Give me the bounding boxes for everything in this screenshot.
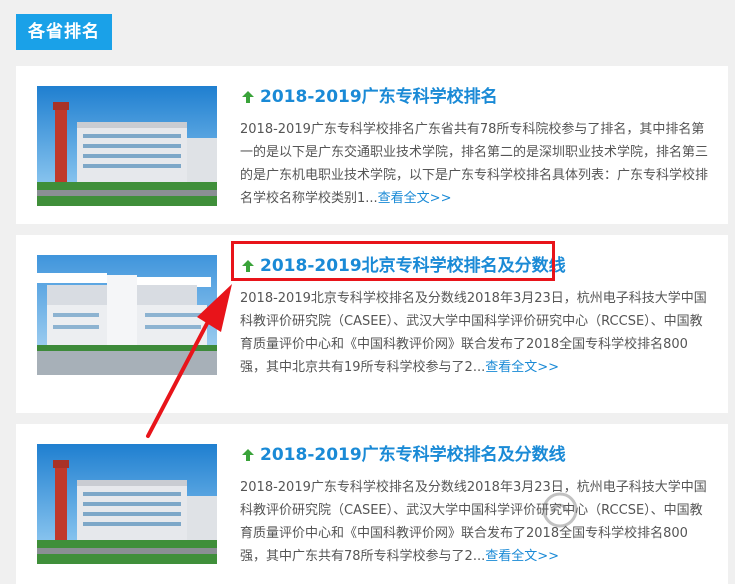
article-title-link[interactable]: 2018-2019广东专科学校排名及分数线 (240, 444, 566, 466)
article-thumbnail[interactable] (37, 255, 217, 375)
article-summary-text: 2018-2019广东专科学校排名及分数线2018年3月23日，杭州电子科技大学… (240, 480, 707, 564)
campus-building-photo-icon (37, 444, 217, 564)
up-arrow-icon (242, 91, 254, 103)
article-title: 2018-2019广东专科学校排名 (260, 87, 498, 107)
read-more-link[interactable]: 查看全文>> (485, 360, 559, 375)
article-thumbnail[interactable] (37, 86, 217, 206)
section-title: 各省排名 (16, 14, 112, 50)
campus-gate-photo-icon (37, 255, 217, 375)
article-summary: 2018-2019广东专科学校排名广东省共有78所专科院校参与了排名，其中排名第… (240, 118, 712, 210)
article-summary: 2018-2019北京专科学校排名及分数线2018年3月23日，杭州电子科技大学… (240, 287, 712, 379)
read-more-link[interactable]: 查看全文>> (485, 549, 559, 564)
up-arrow-icon (242, 449, 254, 461)
article-card: 2018-2019广东专科学校排名及分数线 2018-2019广东专科学校排名及… (16, 424, 728, 584)
article-thumbnail[interactable] (37, 444, 217, 564)
article-summary-text: 2018-2019北京专科学校排名及分数线2018年3月23日，杭州电子科技大学… (240, 291, 707, 375)
article-title-link[interactable]: 2018-2019北京专科学校排名及分数线 (240, 255, 566, 277)
up-arrow-icon (242, 260, 254, 272)
read-more-link[interactable]: 查看全文>> (378, 191, 452, 206)
campus-building-photo-icon (37, 86, 217, 206)
article-card: 2018-2019广东专科学校排名 2018-2019广东专科学校排名广东省共有… (16, 66, 728, 224)
article-title: 2018-2019北京专科学校排名及分数线 (260, 256, 566, 276)
article-summary-text: 2018-2019广东专科学校排名广东省共有78所专科院校参与了排名，其中排名第… (240, 122, 709, 206)
article-card: 2018-2019北京专科学校排名及分数线 2018-2019北京专科学校排名及… (16, 235, 728, 413)
article-summary: 2018-2019广东专科学校排名及分数线2018年3月23日，杭州电子科技大学… (240, 476, 712, 568)
article-title-link[interactable]: 2018-2019广东专科学校排名 (240, 86, 498, 108)
article-title: 2018-2019广东专科学校排名及分数线 (260, 445, 566, 465)
